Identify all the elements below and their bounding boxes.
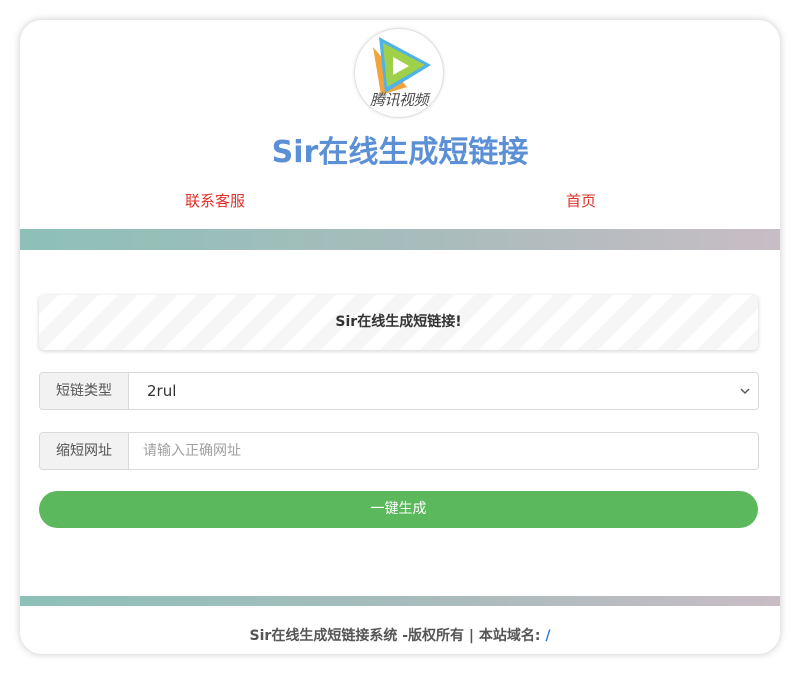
- short-link-type-select[interactable]: 2rul: [129, 373, 758, 409]
- short-link-type-group: 短链类型 2rul: [39, 372, 759, 410]
- logo-text: 腾讯视频: [369, 91, 429, 109]
- footer-divider: [20, 596, 780, 606]
- chevron-down-icon: [740, 388, 750, 394]
- nav-home-link[interactable]: 首页: [566, 190, 596, 212]
- footer-copyright: Sir在线生成短链接系统 -版权所有 | 本站域名:: [249, 628, 546, 644]
- short-link-type-value: 2rul: [147, 382, 177, 400]
- site-logo: 腾讯视频: [354, 28, 444, 118]
- shorten-url-label: 缩短网址: [40, 433, 129, 469]
- url-input[interactable]: [129, 433, 758, 469]
- notice-banner: Sir在线生成短链接!: [39, 295, 758, 350]
- nav-contact-link[interactable]: 联系客服: [185, 190, 245, 212]
- header-divider: [20, 229, 780, 250]
- main-card: 腾讯视频 Sir在线生成短链接 联系客服 首页 Sir在线生成短链接! 短链类型…: [20, 20, 780, 654]
- footer: Sir在线生成短链接系统 -版权所有 | 本站域名: /: [20, 624, 780, 648]
- page-title: Sir在线生成短链接: [271, 135, 529, 170]
- generate-button[interactable]: 一键生成: [39, 491, 758, 528]
- footer-domain-link[interactable]: /: [545, 628, 550, 644]
- short-link-type-label: 短链类型: [40, 373, 129, 409]
- shorten-url-group: 缩短网址: [39, 432, 759, 470]
